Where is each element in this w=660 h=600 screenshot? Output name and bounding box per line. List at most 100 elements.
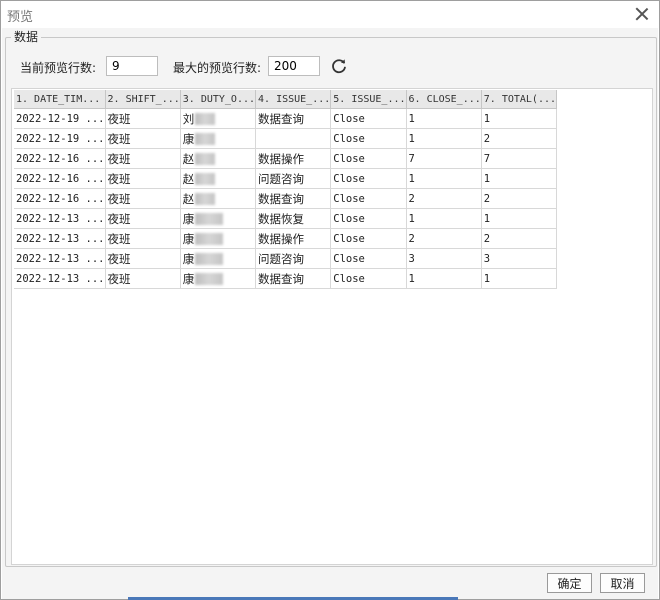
title-bar[interactable]: 预览 xyxy=(1,1,659,28)
cell-issue-status: Close xyxy=(330,168,407,189)
cell-duty: 康 xyxy=(180,128,257,149)
cell-date: 2022-12-16 ... xyxy=(14,168,106,189)
redaction-mask xyxy=(195,173,216,185)
cell-issue-type: 问题咨询 xyxy=(255,168,332,189)
cell-shift: 夜班 xyxy=(105,248,181,269)
table-row[interactable]: 2022-12-19 ... 夜班 刘 数据查询 Close 1 1 xyxy=(14,108,558,129)
cell-duty-text: 康 xyxy=(182,271,195,286)
cell-close: 1 xyxy=(406,128,482,149)
cell-duty: 赵 xyxy=(180,188,257,209)
cell-issue-type: 数据查询 xyxy=(255,108,332,129)
cell-shift: 夜班 xyxy=(105,148,181,169)
cell-duty: 康 xyxy=(180,228,257,249)
cell-issue-type: 数据恢复 xyxy=(255,208,332,229)
close-icon[interactable] xyxy=(633,5,651,23)
column-header-issue-status[interactable]: 5. ISSUE_... xyxy=(330,90,407,109)
column-header-total[interactable]: 7. TOTAL(... xyxy=(481,90,558,109)
table-row[interactable]: 2022-12-13 ... 夜班 康 数据查询 Close 1 1 xyxy=(14,268,558,289)
cell-duty-text: 康 xyxy=(182,211,195,226)
cell-issue-type: 问题咨询 xyxy=(255,248,332,269)
cell-total: 1 xyxy=(481,268,558,289)
header-row: 1. DATE_TIM... 2. SHIFT_... 3. DUTY_O...… xyxy=(14,90,558,109)
cell-total: 7 xyxy=(481,148,558,169)
column-header-issue-type[interactable]: 4. ISSUE_... xyxy=(255,90,332,109)
cell-total: 1 xyxy=(481,108,558,129)
cell-issue-status: Close xyxy=(330,248,407,269)
cell-duty-text: 康 xyxy=(182,231,195,246)
cell-issue-status: Close xyxy=(330,128,407,149)
cell-shift: 夜班 xyxy=(105,128,181,149)
cell-issue-status: Close xyxy=(330,208,407,229)
cell-date: 2022-12-13 ... xyxy=(14,228,106,249)
cell-total: 2 xyxy=(481,128,558,149)
cell-total: 1 xyxy=(481,168,558,189)
cell-duty-text: 赵 xyxy=(182,191,195,206)
cell-duty: 赵 xyxy=(180,168,257,189)
cell-issue-type: 数据查询 xyxy=(255,268,332,289)
table-row[interactable]: 2022-12-13 ... 夜班 康 数据操作 Close 2 2 xyxy=(14,228,558,249)
data-table: 1. DATE_TIM... 2. SHIFT_... 3. DUTY_O...… xyxy=(14,90,558,289)
cell-close: 1 xyxy=(406,108,482,129)
preview-grid[interactable]: 1. DATE_TIM... 2. SHIFT_... 3. DUTY_O...… xyxy=(11,88,653,565)
refresh-icon[interactable] xyxy=(330,57,348,75)
cell-date: 2022-12-16 ... xyxy=(14,148,106,169)
cell-duty-text: 赵 xyxy=(182,171,195,186)
table-row[interactable]: 2022-12-16 ... 夜班 赵 问题咨询 Close 1 1 xyxy=(14,168,558,189)
max-rows-label: 最大的预览行数: xyxy=(173,61,262,75)
redaction-mask xyxy=(195,193,216,205)
cell-issue-type: 数据查询 xyxy=(255,188,332,209)
cell-issue-status: Close xyxy=(330,148,407,169)
cell-duty: 赵 xyxy=(180,148,257,169)
group-label: 数据 xyxy=(11,28,42,45)
cell-date: 2022-12-19 ... xyxy=(14,108,106,129)
redaction-mask xyxy=(195,233,224,245)
cell-close: 2 xyxy=(406,188,482,209)
table-row[interactable]: 2022-12-19 ... 夜班 康 Close 1 2 xyxy=(14,128,558,149)
cell-close: 1 xyxy=(406,168,482,189)
cell-close: 1 xyxy=(406,208,482,229)
cell-close: 2 xyxy=(406,228,482,249)
current-rows-label: 当前预览行数: xyxy=(20,61,97,75)
cell-duty: 康 xyxy=(180,268,257,289)
preview-dialog: 预览 数据 当前预览行数: 最大的预览行数: 1. DATE_TIM.. xyxy=(0,0,660,600)
cell-issue-type xyxy=(255,128,332,149)
redaction-mask xyxy=(195,113,216,125)
column-header-shift[interactable]: 2. SHIFT_... xyxy=(105,90,181,109)
cell-total: 2 xyxy=(481,228,558,249)
cell-close: 1 xyxy=(406,268,482,289)
cell-issue-type: 数据操作 xyxy=(255,148,332,169)
current-rows-input[interactable] xyxy=(106,56,158,76)
max-rows-input[interactable] xyxy=(268,56,320,76)
cell-date: 2022-12-13 ... xyxy=(14,268,106,289)
cell-duty-text: 刘 xyxy=(182,111,195,126)
cell-total: 3 xyxy=(481,248,558,269)
dialog-content: 数据 当前预览行数: 最大的预览行数: 1. DATE_TIM... 2. SH… xyxy=(2,28,658,571)
table-row[interactable]: 2022-12-16 ... 夜班 赵 数据查询 Close 2 2 xyxy=(14,188,558,209)
cell-shift: 夜班 xyxy=(105,208,181,229)
cell-shift: 夜班 xyxy=(105,108,181,129)
cancel-button[interactable]: 取消 xyxy=(600,573,645,593)
cell-issue-type: 数据操作 xyxy=(255,228,332,249)
table-row[interactable]: 2022-12-13 ... 夜班 康 问题咨询 Close 3 3 xyxy=(14,248,558,269)
dialog-title: 预览 xyxy=(7,10,34,25)
column-header-date[interactable]: 1. DATE_TIM... xyxy=(14,90,106,109)
cell-issue-status: Close xyxy=(330,188,407,209)
table-row[interactable]: 2022-12-16 ... 夜班 赵 数据操作 Close 7 7 xyxy=(14,148,558,169)
redaction-mask xyxy=(195,273,224,285)
cell-issue-status: Close xyxy=(330,268,407,289)
cell-date: 2022-12-19 ... xyxy=(14,128,106,149)
column-header-duty[interactable]: 3. DUTY_O... xyxy=(180,90,257,109)
cell-shift: 夜班 xyxy=(105,268,181,289)
redaction-mask xyxy=(195,153,216,165)
cell-duty: 刘 xyxy=(180,108,257,129)
cell-duty-text: 赵 xyxy=(182,151,195,166)
cell-date: 2022-12-13 ... xyxy=(14,248,106,269)
cell-issue-status: Close xyxy=(330,108,407,129)
redaction-mask xyxy=(195,133,216,145)
table-row[interactable]: 2022-12-13 ... 夜班 康 数据恢复 Close 1 1 xyxy=(14,208,558,229)
cell-date: 2022-12-16 ... xyxy=(14,188,106,209)
cell-close: 3 xyxy=(406,248,482,269)
ok-button[interactable]: 确定 xyxy=(547,573,592,593)
cell-duty: 康 xyxy=(180,208,257,229)
column-header-close[interactable]: 6. CLOSE_... xyxy=(406,90,482,109)
